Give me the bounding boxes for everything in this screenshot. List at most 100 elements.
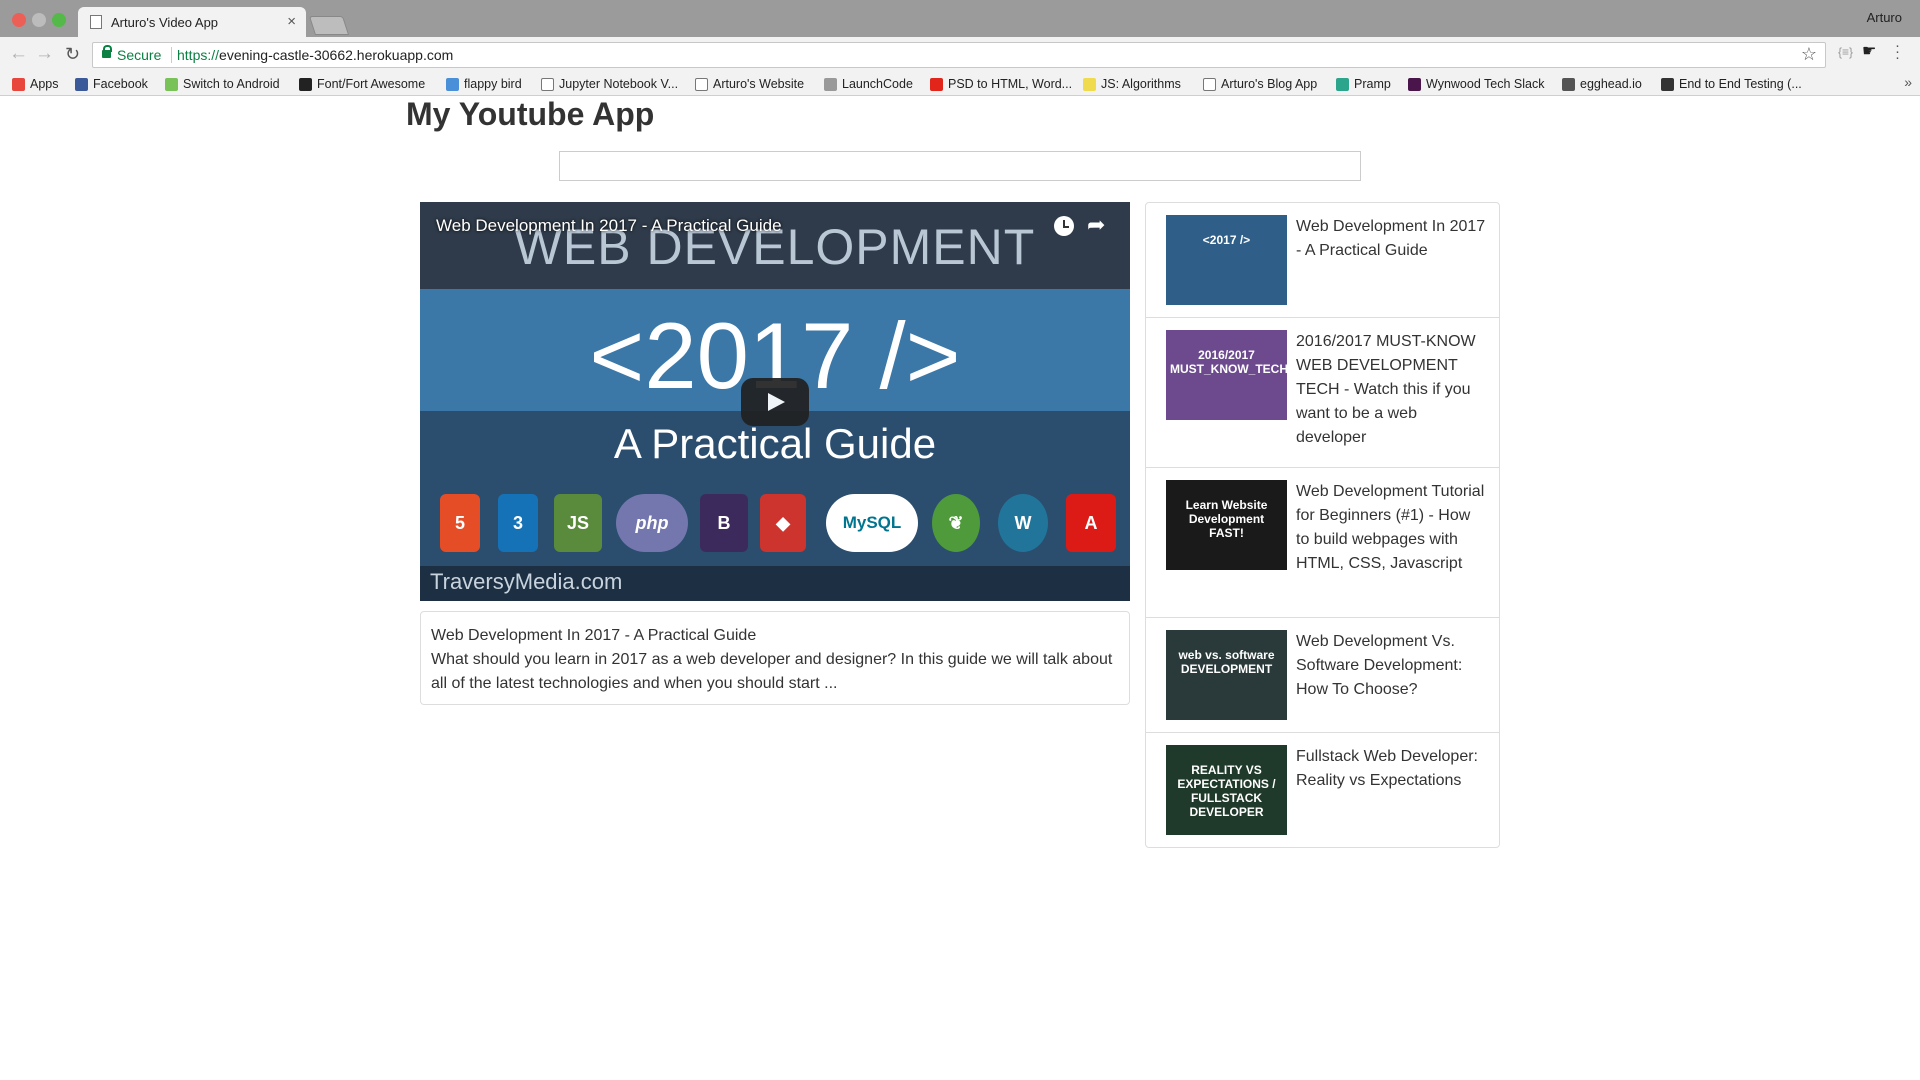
video-list-item-title[interactable]: Web Development Tutorial for Beginners (…: [1296, 480, 1486, 576]
url-host: evening-castle-30662.herokuapp.com: [219, 47, 454, 63]
bookmark-label: LaunchCode: [842, 77, 913, 91]
bookmark-label: Arturo's Blog App: [1221, 77, 1318, 91]
bookmark-label: JS: Algorithms: [1101, 77, 1181, 91]
bookmark-item[interactable]: LaunchCode: [824, 75, 913, 93]
video-thumbnail[interactable]: 2016/2017 MUST_KNOW_TECH: [1166, 330, 1287, 420]
video-thumbnail[interactable]: web vs. software DEVELOPMENT: [1166, 630, 1287, 720]
bookmark-label: egghead.io: [1580, 77, 1642, 91]
pointer-extension-icon[interactable]: ☛: [1862, 41, 1876, 61]
psd-icon: [930, 77, 943, 91]
video-list-item[interactable]: 2016/2017 MUST_KNOW_TECH 2016/2017 MUST-K…: [1146, 318, 1499, 468]
tab-close-icon[interactable]: ×: [287, 13, 296, 30]
bookmark-item[interactable]: Facebook: [75, 75, 148, 93]
thumbnail-caption: REALITY VS EXPECTATIONS / FULLSTACK DEVE…: [1177, 763, 1276, 819]
extension-icon[interactable]: {≡}: [1838, 45, 1853, 59]
bookmark-item[interactable]: Switch to Android: [165, 75, 280, 93]
address-bar[interactable]: Secure https://evening-castle-30662.hero…: [92, 42, 1826, 68]
video-thumbnail[interactable]: <2017 />: [1166, 215, 1287, 305]
video-list-item-title[interactable]: Web Development In 2017 - A Practical Gu…: [1296, 215, 1486, 263]
page-title: My Youtube App: [406, 96, 655, 132]
url-text[interactable]: https://evening-castle-30662.herokuapp.c…: [177, 47, 453, 63]
secure-label: Secure: [117, 47, 162, 63]
window-minimize-button[interactable]: [32, 13, 46, 27]
bookmark-label: Font/Fort Awesome: [317, 77, 426, 91]
bookmark-item[interactable]: Jupyter Notebook V...: [541, 75, 678, 93]
js-icon: [1083, 77, 1096, 91]
window-zoom-button[interactable]: [52, 13, 66, 27]
bookmark-item[interactable]: JS: Algorithms: [1083, 75, 1181, 93]
search-input[interactable]: [559, 151, 1361, 181]
bookmark-item[interactable]: Apps: [12, 75, 59, 93]
bookmark-item[interactable]: End to End Testing (...: [1661, 75, 1802, 93]
bookmark-label: PSD to HTML, Word...: [948, 77, 1073, 91]
lock-icon: [102, 45, 112, 58]
reload-icon[interactable]: ↻: [65, 43, 80, 65]
video-list-item[interactable]: REALITY VS EXPECTATIONS / FULLSTACK DEVE…: [1146, 733, 1499, 847]
thumbnail-caption: <2017 />: [1202, 233, 1251, 247]
thumbnail-caption: 2016/2017 MUST_KNOW_TECH: [1170, 348, 1287, 376]
bookmark-item[interactable]: egghead.io: [1562, 75, 1642, 93]
window-close-button[interactable]: [12, 13, 26, 27]
bookmark-item[interactable]: Arturo's Blog App: [1203, 75, 1317, 93]
thumbnail-subtitle: A Practical Guide: [613, 420, 937, 467]
forward-arrow-icon[interactable]: →: [35, 43, 54, 65]
video-thumbnail[interactable]: REALITY VS EXPECTATIONS / FULLSTACK DEVE…: [1166, 745, 1287, 835]
back-arrow-icon[interactable]: ←: [9, 43, 28, 65]
bookmarks-bar: Apps Facebook Switch to Android Font/Fort A…: [0, 72, 1920, 96]
video-player[interactable]: WEB DEVELOPMENT <2017 /> A Practical Gui…: [420, 202, 1130, 601]
divider: [171, 47, 172, 63]
thumbnail-caption: Learn Website Development FAST!: [1185, 498, 1268, 540]
share-icon[interactable]: ➦: [1087, 212, 1105, 238]
bookmark-label: Jupyter Notebook V...: [559, 77, 679, 91]
video-list-item-title[interactable]: Fullstack Web Developer: Reality vs Expe…: [1296, 745, 1486, 793]
profile-name[interactable]: Arturo: [1867, 10, 1902, 25]
angular-icon: A: [1066, 494, 1116, 552]
page-icon: [695, 77, 708, 91]
video-list-item[interactable]: <2017 /> Web Development In 2017 - A Prac…: [1146, 203, 1499, 318]
bookmark-label: End to End Testing (...: [1679, 77, 1802, 91]
facebook-icon: [75, 77, 88, 91]
video-list-item[interactable]: web vs. software DEVELOPMENT Web Developm…: [1146, 618, 1499, 733]
mongodb-icon: ❦: [932, 494, 980, 552]
video-list-item-title[interactable]: 2016/2017 MUST-KNOW WEB DEVELOPMENT TECH…: [1296, 330, 1486, 450]
bookmark-item[interactable]: Wynwood Tech Slack: [1408, 75, 1544, 93]
launchcode-icon: [824, 77, 837, 91]
bookmark-label: Facebook: [93, 77, 148, 91]
slack-icon: [1408, 77, 1421, 91]
php-icon: php: [616, 494, 688, 552]
bookmark-item[interactable]: PSD to HTML, Word...: [930, 75, 1072, 93]
bookmark-item[interactable]: flappy bird: [446, 75, 522, 93]
new-tab-button[interactable]: [308, 16, 350, 35]
nodejs-icon: JS: [554, 494, 602, 552]
video-thumbnail[interactable]: Learn Website Development FAST!: [1166, 480, 1287, 570]
bookmark-item[interactable]: Arturo's Website: [695, 75, 804, 93]
video-detail-description: What should you learn in 2017 as a web d…: [431, 651, 1113, 692]
ruby-icon: ◆: [760, 494, 806, 552]
video-list-item-title[interactable]: Web Development Vs. Software Development…: [1296, 630, 1486, 702]
font-awesome-icon: [299, 77, 312, 91]
more-bookmarks-icon[interactable]: »: [1904, 74, 1912, 90]
wordpress-icon: W: [998, 494, 1048, 552]
browser-tab-active[interactable]: Arturo's Video App ×: [78, 7, 306, 37]
css3-icon: 3: [498, 494, 538, 552]
video-list-item[interactable]: Learn Website Development FAST! Web Devel…: [1146, 468, 1499, 618]
bookmark-item[interactable]: Font/Fort Awesome: [299, 75, 425, 93]
bookmark-star-icon[interactable]: ☆: [1801, 44, 1817, 65]
player-video-title[interactable]: Web Development In 2017 - A Practical Gu…: [436, 216, 782, 236]
play-button[interactable]: [741, 378, 809, 426]
bookmark-label: Pramp: [1354, 77, 1391, 91]
apps-grid-icon: [12, 77, 25, 91]
bookmark-label: Arturo's Website: [713, 77, 805, 91]
flappy-bird-icon: [446, 77, 459, 91]
html5-icon: 5: [440, 494, 480, 552]
bookmark-item[interactable]: Pramp: [1336, 75, 1391, 93]
menu-dots-icon[interactable]: · · ·: [1895, 38, 1900, 65]
video-detail-title: Web Development In 2017 - A Practical Gu…: [431, 627, 757, 644]
thumbnail-caption: web vs. software DEVELOPMENT: [1178, 648, 1275, 676]
page-icon: [1203, 77, 1216, 91]
mysql-icon: MySQL: [826, 494, 918, 552]
page-icon: [541, 77, 554, 91]
page-icon: [90, 15, 102, 29]
testing-icon: [1661, 77, 1674, 91]
watch-later-icon[interactable]: [1054, 216, 1074, 236]
